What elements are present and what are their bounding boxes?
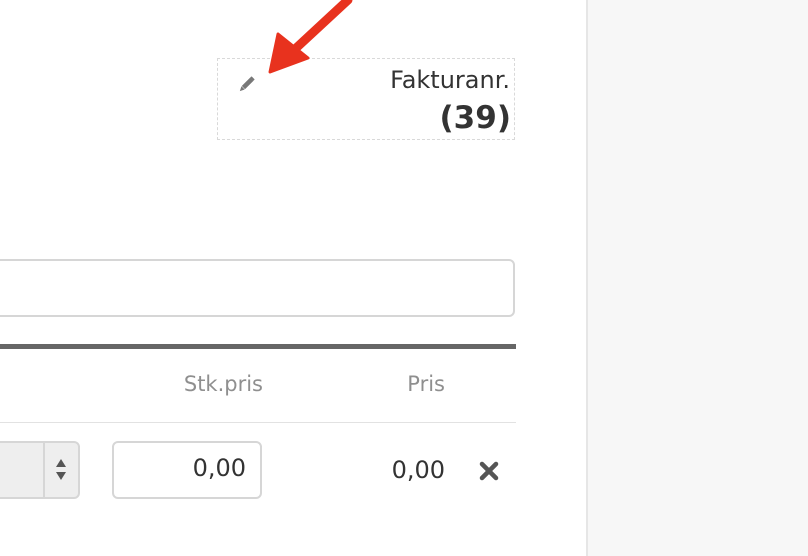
invoice-number-label: Fakturanr. [390, 66, 510, 94]
arrow-icon [268, 0, 353, 74]
invoice-number-value: (39) [439, 100, 511, 136]
column-header-unit-price: Stk.pris [183, 372, 263, 396]
pencil-icon[interactable] [235, 74, 257, 96]
table-row-divider [0, 422, 516, 423]
table-header-divider [0, 344, 516, 349]
select-divider [43, 443, 45, 497]
line-total-price: 0,00 [391, 456, 445, 484]
side-panel [586, 0, 808, 556]
close-icon[interactable] [477, 459, 501, 483]
column-header-price: Pris [407, 372, 445, 396]
invoice-editor: Fakturanr. (39) Stk.pris Pris 0,00 [0, 0, 808, 556]
unit-select[interactable] [0, 441, 80, 499]
description-field[interactable] [0, 259, 515, 317]
chevron-up-down-icon [56, 459, 66, 480]
unit-price-input[interactable] [112, 441, 262, 499]
